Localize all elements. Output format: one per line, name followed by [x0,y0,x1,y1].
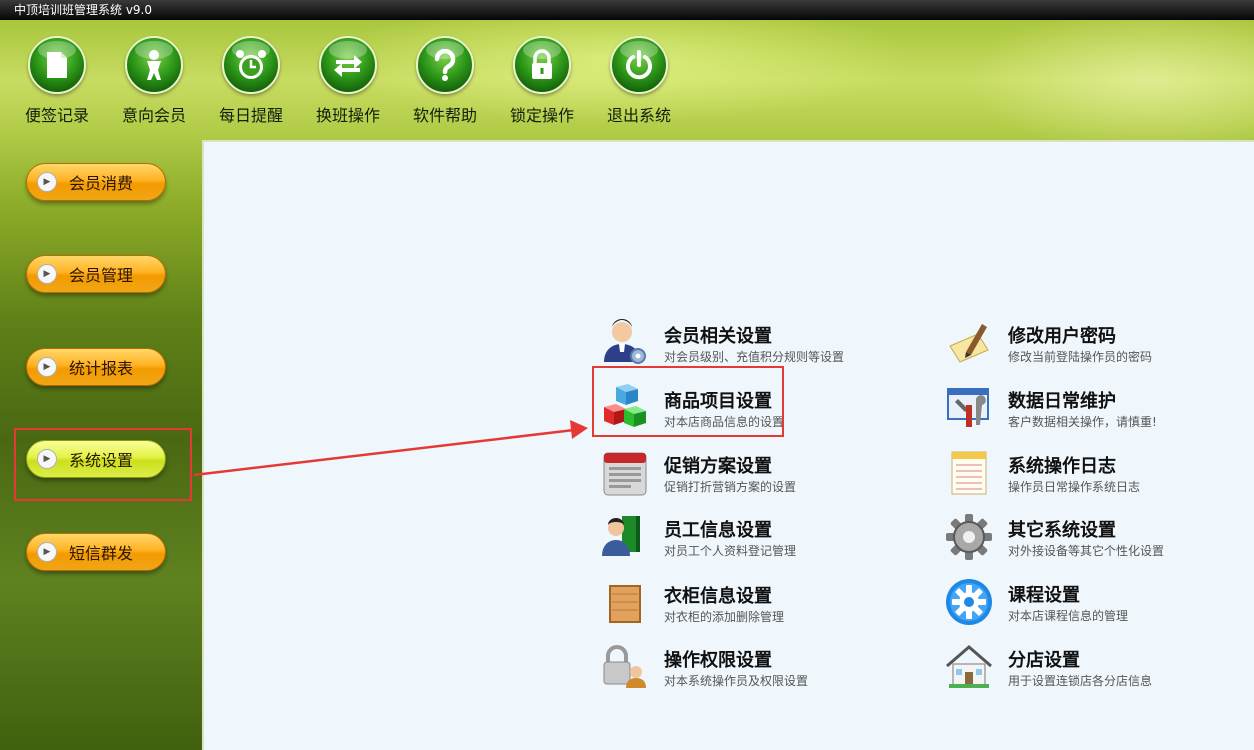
window-title: 中顶培训班管理系统 v9.0 [0,0,1254,20]
app-body: 便签记录 意向会员 每日提醒 换班操作 软件帮助 锁定操作 退出系统 ▶ 会员消… [0,20,1254,750]
annotation-arrow-icon [193,420,588,477]
